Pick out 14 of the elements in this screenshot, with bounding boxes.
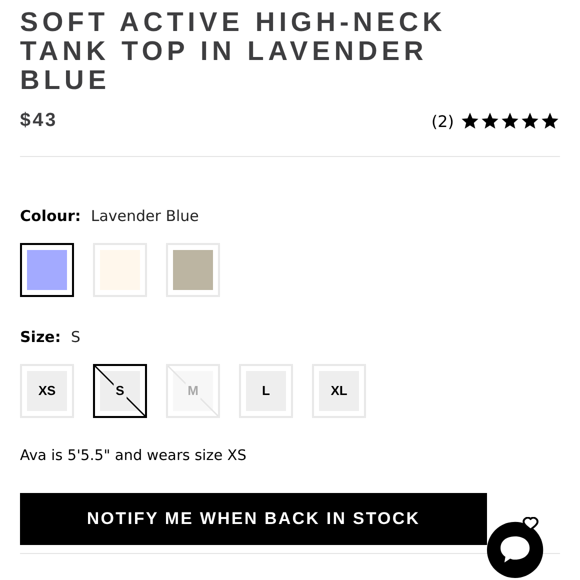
size-option[interactable]: XS [20, 364, 74, 418]
product-title: SOFT ACTIVE HIGH-NECK TANK TOP IN LAVENDER BLUE [20, 8, 448, 95]
review-count[interactable]: (2) [431, 112, 454, 130]
notify-button[interactable]: NOTIFY ME WHEN BACK IN STOCK [20, 493, 487, 545]
colour-swatch[interactable] [20, 243, 74, 297]
size-option[interactable]: XL [312, 364, 366, 418]
colour-label: Colour: [20, 207, 81, 225]
size-option[interactable]: L [239, 364, 293, 418]
price: $43 [20, 110, 58, 132]
colour-value: Lavender Blue [90, 207, 199, 225]
size-label: Size: [20, 328, 61, 346]
size-value: S [70, 328, 80, 346]
size-option[interactable]: S [93, 364, 147, 418]
model-size-note: Ava is 5'5.5" and wears size XS [20, 448, 248, 464]
